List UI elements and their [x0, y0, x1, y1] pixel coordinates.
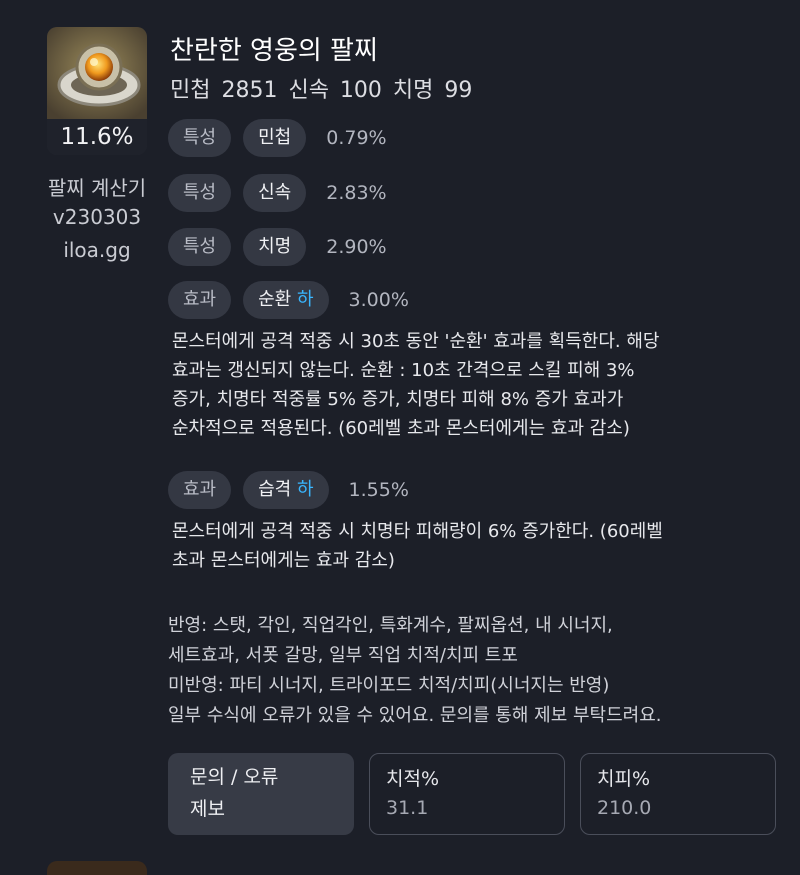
option-row-raid: 효과 습격 하 1.55% — [168, 470, 409, 510]
option-type-chip: 특성 — [168, 119, 232, 157]
crit-damage-field[interactable]: 치피% 210.0 — [580, 753, 776, 835]
item-thumbnail: 11.6% — [47, 27, 147, 155]
item-stats: 민첩 2851 신속 100 치명 99 — [170, 78, 473, 103]
description-line: 순차적으로 적용된다. (60레벨 초과 몬스터에게는 효과 감소) — [172, 418, 630, 439]
crit-rate-field[interactable]: 치적% 31.1 — [369, 753, 565, 835]
option-name-chip: 순환 하 — [243, 281, 329, 319]
option-value: 2.90% — [326, 236, 387, 258]
report-button-line1: 문의 / 오류 — [190, 766, 279, 788]
option-type-chip: 특성 — [168, 174, 232, 212]
option-row-crit: 특성 치명 2.90% — [168, 227, 387, 267]
crit-damage-label: 치피% — [597, 768, 651, 790]
site-link[interactable]: iloa.gg — [40, 238, 154, 262]
calculator-name: 팔찌 계산기 — [47, 176, 147, 200]
calculation-notes: 반영: 스탯, 각인, 직업각인, 특화계수, 팔찌옵션, 내 시너지, 세트효… — [168, 611, 788, 731]
option-row-agility: 특성 민첩 0.79% — [168, 118, 387, 158]
crit-rate-label: 치적% — [386, 768, 440, 790]
option-row-circulation: 효과 순환 하 3.00% — [168, 280, 409, 320]
option-value: 3.00% — [348, 289, 409, 311]
option-description-raid: 몬스터에게 공격 적중 시 치명타 피해량이 6% 증가한다. (60레벨 초과… — [172, 517, 782, 575]
calculator-version: v230303 — [52, 205, 142, 229]
option-value: 1.55% — [348, 479, 409, 501]
option-value: 0.79% — [326, 127, 387, 149]
option-value: 2.83% — [326, 182, 387, 204]
option-name-chip: 민첩 — [243, 119, 307, 157]
crit-damage-value: 210.0 — [597, 797, 652, 819]
option-row-swiftness: 특성 신속 2.83% — [168, 173, 387, 213]
description-line: 효과는 갱신되지 않는다. 순환 : 10초 간격으로 스킬 피해 3% — [172, 360, 635, 381]
note-line: 세트효과, 서폿 갈망, 일부 직업 치적/치피 트포 — [168, 645, 518, 666]
option-description-circulation: 몬스터에게 공격 적중 시 30초 동안 '순환' 효과를 획득한다. 해당 효… — [172, 327, 782, 443]
option-type-chip: 특성 — [168, 228, 232, 266]
option-name: 습격 — [258, 479, 292, 500]
description-line: 초과 몬스터에게는 효과 감소) — [172, 550, 395, 571]
option-grade: 하 — [296, 289, 314, 310]
option-grade: 하 — [296, 479, 314, 500]
option-type-chip: 효과 — [168, 471, 232, 509]
note-line: 반영: 스탯, 각인, 직업각인, 특화계수, 팔찌옵션, 내 시너지, — [168, 615, 613, 636]
report-error-button[interactable]: 문의 / 오류 제보 — [168, 753, 354, 835]
report-button-line2: 제보 — [190, 798, 225, 820]
description-line: 몬스터에게 공격 적중 시 치명타 피해량이 6% 증가한다. (60레벨 — [172, 521, 663, 542]
option-name-chip: 치명 — [243, 228, 307, 266]
option-name-chip: 습격 하 — [243, 471, 329, 509]
item-score-percent: 11.6% — [47, 119, 147, 155]
option-type-chip: 효과 — [168, 281, 232, 319]
crit-rate-value: 31.1 — [386, 797, 429, 819]
bracelet-icon — [47, 27, 147, 119]
note-line: 미반영: 파티 시너지, 트라이포드 치적/치피(시너지는 반영) — [168, 675, 610, 696]
description-line: 몬스터에게 공격 적중 시 30초 동안 '순환' 효과를 획득한다. 해당 — [172, 331, 660, 352]
next-item-thumbnail — [47, 861, 147, 875]
option-name: 순환 — [258, 289, 292, 310]
note-line: 일부 수식에 오류가 있을 수 있어요. 문의를 통해 제보 부탁드려요. — [168, 705, 662, 726]
item-name: 찬란한 영웅의 팔찌 — [170, 36, 378, 66]
description-line: 증가, 치명타 적중률 5% 증가, 치명타 피해 8% 증가 효과가 — [172, 389, 624, 410]
option-name-chip: 신속 — [243, 174, 307, 212]
